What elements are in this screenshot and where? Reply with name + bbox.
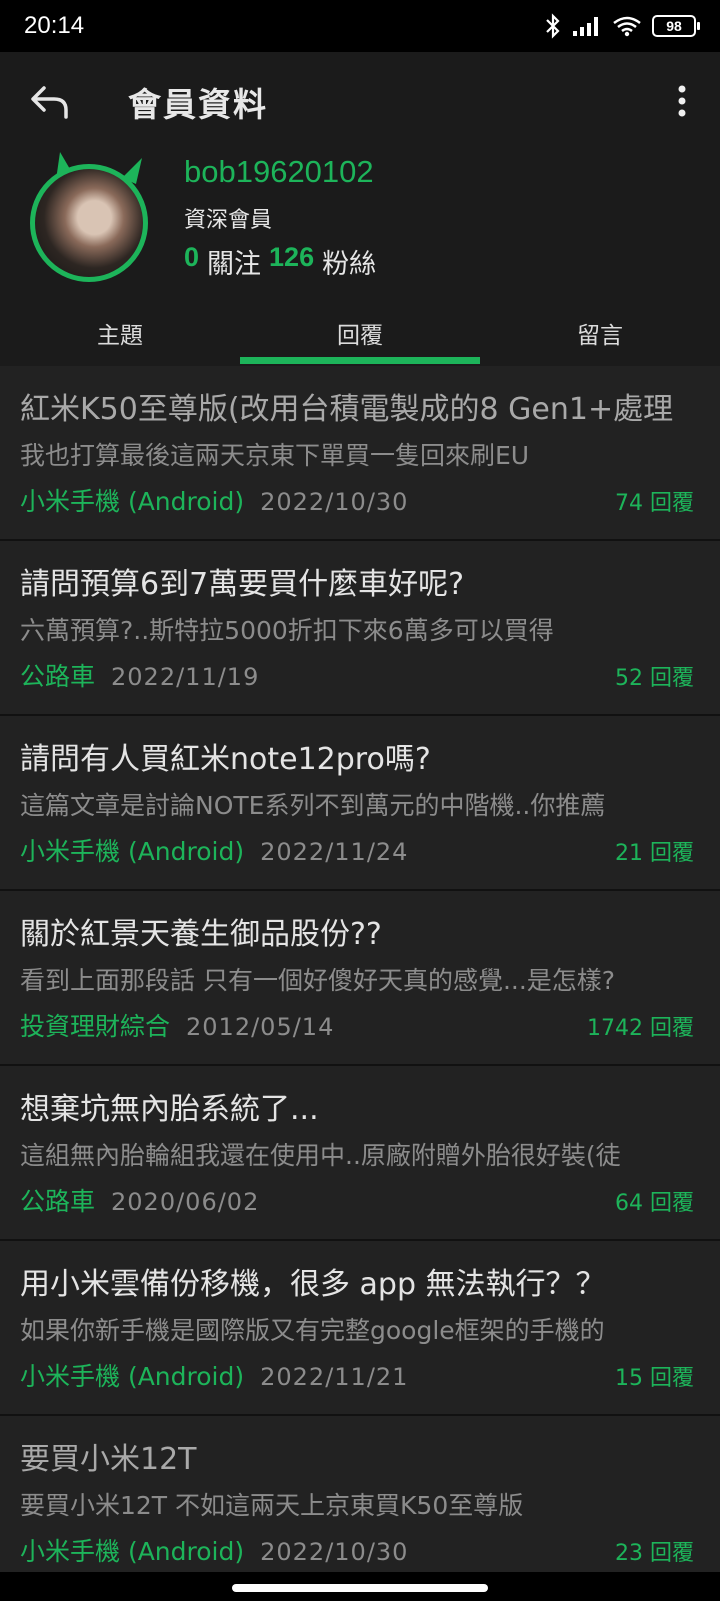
- follow-stats: 0 關注 126 粉絲: [184, 242, 376, 281]
- list-item[interactable]: 想棄坑無內胎系統了... 這組無內胎輪組我還在使用中..原廠附贈外胎很好裝(徒 …: [0, 1066, 720, 1241]
- profile-header: 會員資料 bob19620102 資深會員 0 關注 126 粉絲 主題 回覆 …: [0, 52, 720, 366]
- post-forum[interactable]: 投資理財綜合: [20, 1007, 170, 1043]
- post-title: 要買小米12T: [20, 1442, 197, 1477]
- avatar[interactable]: [30, 164, 148, 282]
- username: bob19620102: [184, 154, 374, 189]
- post-meta: 小米手機 (Android) 2022/11/21 15 回覆: [20, 1357, 694, 1393]
- reply-list: 紅米K50至尊版(改用台積電製成的8 Gen1+處理 我也打算最後這兩天京東下單…: [0, 366, 720, 1591]
- followers-count[interactable]: 126: [269, 242, 314, 281]
- following-label[interactable]: 關注: [207, 242, 261, 281]
- post-meta: 投資理財綜合 2012/05/14 1742 回覆: [20, 1007, 694, 1043]
- post-reply-count: 64 回覆: [615, 1191, 694, 1216]
- post-date: 2022/11/19: [111, 663, 260, 691]
- member-level: 資深會員: [184, 208, 273, 233]
- tab-replies[interactable]: 回覆: [240, 302, 480, 364]
- post-reply-count: 52 回覆: [615, 666, 694, 691]
- post-meta: 公路車 2022/11/19 52 回覆: [20, 657, 694, 693]
- post-title: 紅米K50至尊版(改用台積電製成的8 Gen1+處理: [20, 392, 674, 427]
- post-title: 請問預算6到7萬要買什麼車好呢?: [20, 567, 465, 602]
- post-reply-count: 74 回覆: [615, 491, 694, 516]
- post-meta: 小米手機 (Android) 2022/10/30 23 回覆: [20, 1532, 694, 1568]
- list-item[interactable]: 請問有人買紅米note12pro嗎? 這篇文章是討論NOTE系列不到萬元的中階機…: [0, 716, 720, 891]
- post-excerpt: 如果你新手機是國際版又有完整google框架的手機的: [20, 1316, 605, 1345]
- post-title: 用小米雲備份移機，很多 app 無法執行？？: [20, 1267, 606, 1302]
- status-time: 20:14: [24, 12, 85, 39]
- post-meta: 小米手機 (Android) 2022/11/24 21 回覆: [20, 832, 694, 868]
- post-date: 2012/05/14: [186, 1013, 335, 1041]
- status-bar: 20:14 98: [0, 0, 720, 52]
- post-excerpt: 六萬預算?..斯特拉5000折扣下來6萬多可以買得: [20, 616, 554, 645]
- list-item[interactable]: 要買小米12T 要買小米12T 不如這兩天上京東買K50至尊版 小米手機 (An…: [0, 1416, 720, 1591]
- post-title: 請問有人買紅米note12pro嗎?: [20, 742, 431, 777]
- back-icon[interactable]: [28, 80, 72, 124]
- bluetooth-icon: [546, 13, 560, 39]
- post-excerpt: 要買小米12T 不如這兩天上京東買K50至尊版: [20, 1491, 524, 1520]
- page-title: 會員資料: [128, 85, 268, 124]
- post-forum[interactable]: 小米手機 (Android): [20, 1532, 244, 1568]
- post-meta: 公路車 2020/06/02 64 回覆: [20, 1182, 694, 1218]
- avatar-container[interactable]: [26, 152, 156, 292]
- post-forum[interactable]: 小米手機 (Android): [20, 482, 244, 518]
- list-item[interactable]: 請問預算6到7萬要買什麼車好呢? 六萬預算?..斯特拉5000折扣下來6萬多可以…: [0, 541, 720, 716]
- tab-topics[interactable]: 主題: [0, 302, 240, 364]
- post-meta: 小米手機 (Android) 2022/10/30 74 回覆: [20, 482, 694, 518]
- post-date: 2022/11/24: [260, 838, 409, 866]
- list-item[interactable]: 用小米雲備份移機，很多 app 無法執行？？ 如果你新手機是國際版又有完整goo…: [0, 1241, 720, 1416]
- post-date: 2022/10/30: [260, 1538, 409, 1566]
- tab-bar: 主題 回覆 留言: [0, 302, 720, 364]
- post-forum[interactable]: 小米手機 (Android): [20, 832, 244, 868]
- list-item[interactable]: 紅米K50至尊版(改用台積電製成的8 Gen1+處理 我也打算最後這兩天京東下單…: [0, 366, 720, 541]
- post-excerpt: 這組無內胎輪組我還在使用中..原廠附贈外胎很好裝(徒: [20, 1141, 621, 1170]
- post-forum[interactable]: 公路車: [20, 1182, 95, 1218]
- followers-label[interactable]: 粉絲: [322, 242, 376, 281]
- post-reply-count: 23 回覆: [615, 1541, 694, 1566]
- post-forum[interactable]: 公路車: [20, 657, 95, 693]
- list-item[interactable]: 關於紅景天養生御品股份?? 看到上面那段話 只有一個好傻好天真的感覺...是怎樣…: [0, 891, 720, 1066]
- post-reply-count: 21 回覆: [615, 841, 694, 866]
- post-date: 2022/11/21: [260, 1363, 409, 1391]
- battery-indicator: 98: [652, 15, 700, 37]
- post-date: 2020/06/02: [111, 1188, 260, 1216]
- post-excerpt: 這篇文章是討論NOTE系列不到萬元的中階機..你推薦: [20, 791, 606, 820]
- tab-messages[interactable]: 留言: [480, 302, 720, 364]
- post-title: 想棄坑無內胎系統了...: [20, 1092, 319, 1127]
- following-count[interactable]: 0: [184, 242, 199, 281]
- top-app-bar: 會員資料: [0, 52, 720, 152]
- post-reply-count: 1742 回覆: [587, 1016, 694, 1041]
- post-date: 2022/10/30: [260, 488, 409, 516]
- more-options-icon[interactable]: [670, 82, 694, 122]
- post-forum[interactable]: 小米手機 (Android): [20, 1357, 244, 1393]
- signal-icon: [573, 17, 598, 36]
- post-excerpt: 看到上面那段話 只有一個好傻好天真的感覺...是怎樣?: [20, 966, 616, 995]
- post-title: 關於紅景天養生御品股份??: [20, 917, 382, 952]
- post-excerpt: 我也打算最後這兩天京東下單買一隻回來刷EU: [20, 441, 530, 470]
- post-reply-count: 15 回覆: [615, 1366, 694, 1391]
- wifi-icon: [613, 16, 641, 37]
- home-indicator[interactable]: [232, 1584, 488, 1592]
- status-icons: 98: [544, 13, 700, 39]
